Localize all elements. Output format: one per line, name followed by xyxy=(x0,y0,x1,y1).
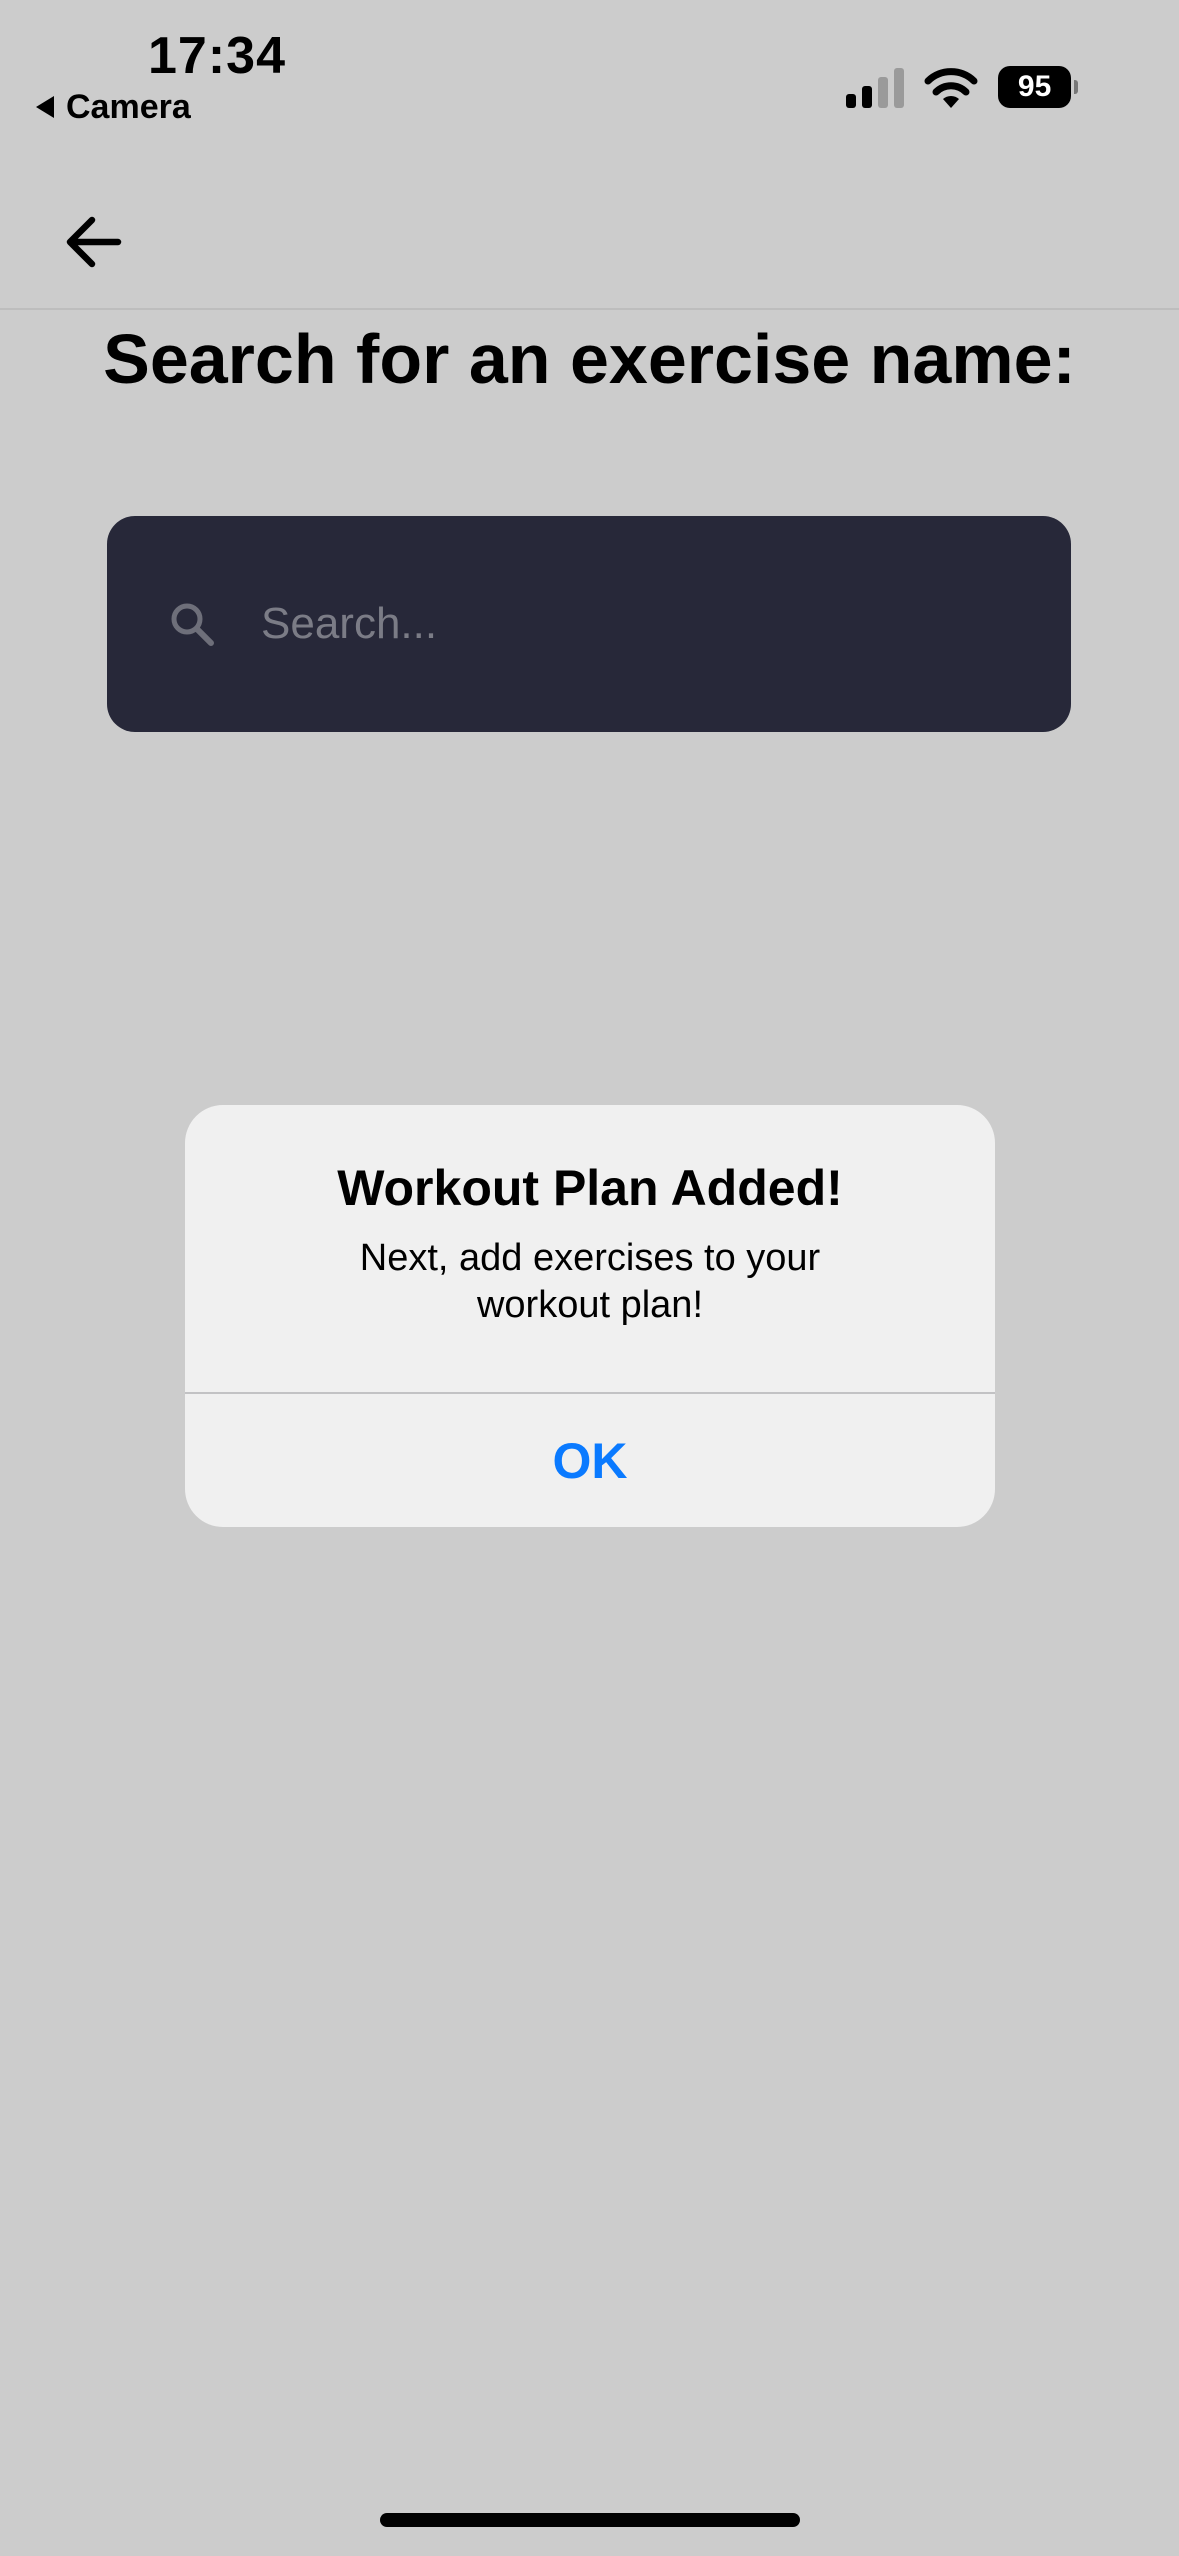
wifi-icon xyxy=(924,68,978,108)
home-indicator[interactable] xyxy=(380,2513,800,2527)
status-time: 17:34 xyxy=(148,27,286,85)
back-to-camera-button[interactable]: Camera xyxy=(36,90,191,124)
back-app-label: Camera xyxy=(66,88,191,126)
alert-message: Next, add exercises to your workout plan… xyxy=(359,1237,821,1326)
back-triangle-icon xyxy=(36,96,54,118)
search-input[interactable] xyxy=(261,599,1021,649)
alert-title: Workout Plan Added! xyxy=(337,1160,843,1216)
battery-level: 95 xyxy=(998,66,1072,108)
battery-indicator: 95 xyxy=(998,66,1078,108)
page-title: Search for an exercise name: xyxy=(103,320,1076,398)
ok-button[interactable]: OK xyxy=(185,1394,995,1527)
search-bar[interactable] xyxy=(107,516,1071,732)
battery-tip xyxy=(1074,80,1078,94)
alert-dialog: Workout Plan Added! Next, add exercises … xyxy=(185,1105,995,1527)
arrow-left-icon[interactable] xyxy=(62,214,124,270)
nav-divider xyxy=(0,308,1179,310)
cellular-signal-icon xyxy=(846,68,904,108)
search-icon xyxy=(171,603,214,646)
